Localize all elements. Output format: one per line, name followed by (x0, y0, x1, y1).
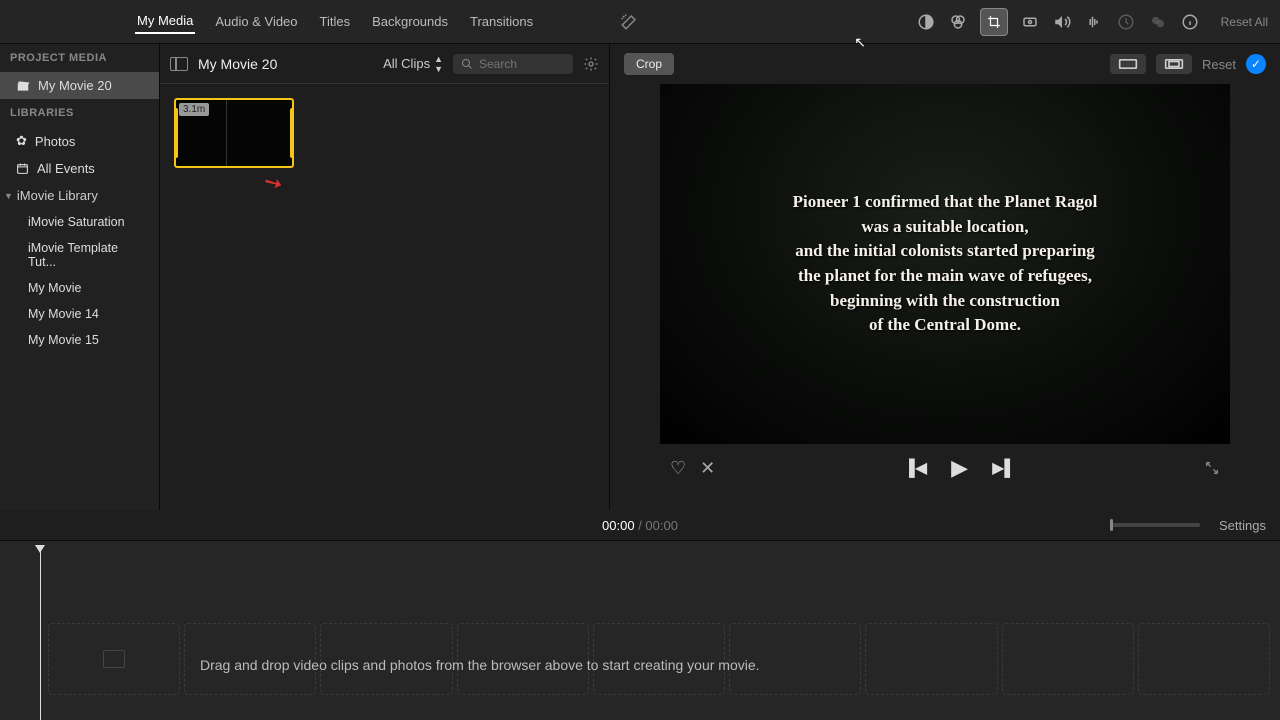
sidebar-library-item[interactable]: My Movie 14 (0, 301, 159, 327)
reset-all-button[interactable]: Reset All (1221, 15, 1268, 29)
sidebar-item-label: My Movie 15 (28, 333, 99, 347)
chevron-updown-icon: ▲▼ (434, 54, 443, 74)
crop-icon[interactable] (981, 9, 1007, 35)
chevron-down-icon: ▼ (4, 191, 13, 201)
clapperboard-icon (16, 79, 30, 93)
favorite-icon[interactable]: ♡ (670, 458, 686, 479)
crop-to-fill-button[interactable] (1156, 54, 1192, 74)
color-correction-icon[interactable] (949, 13, 967, 31)
search-input[interactable] (479, 57, 559, 71)
sidebar-all-events[interactable]: All Events (0, 155, 159, 182)
list-view-toggle-icon[interactable] (170, 57, 188, 71)
libraries-header: LIBRARIES (0, 99, 159, 127)
time-separator: / (635, 518, 646, 533)
sidebar-item-label: All Events (37, 161, 95, 176)
play-button[interactable]: ▶ (951, 455, 968, 481)
clips-filter-label: All Clips (383, 56, 430, 71)
speed-icon[interactable] (1117, 13, 1135, 31)
color-balance-icon[interactable] (917, 13, 935, 31)
sidebar-imovie-library[interactable]: ▼ iMovie Library (0, 182, 159, 209)
time-display-row: 00:00 / 00:00 Settings (0, 510, 1280, 540)
timeline-placeholder-clip (1002, 623, 1134, 695)
time-display: 00:00 / 00:00 (602, 518, 678, 533)
sidebar-item-label: My Movie 14 (28, 307, 99, 321)
project-media-header: PROJECT MEDIA (0, 44, 159, 72)
clip-thumbnail[interactable]: 3.1m (174, 98, 294, 168)
prev-frame-button[interactable]: ▐◀ (904, 458, 928, 478)
viewer-controls: ♡ ✕ ▐◀ ▶ ▶▌ (610, 444, 1280, 492)
sidebar-library-item[interactable]: iMovie Saturation (0, 209, 159, 235)
sidebar-project-item[interactable]: My Movie 20 (0, 72, 159, 99)
sidebar-item-label: Photos (35, 134, 75, 149)
enhance-wand-icon[interactable] (620, 13, 638, 31)
annotation-arrow-icon: ➘ (259, 167, 288, 199)
top-tab-bar: My Media Audio & Video Titles Background… (0, 0, 1280, 44)
sidebar-library-item[interactable]: My Movie 15 (0, 327, 159, 353)
clip-grid: 3.1m ➘ (160, 84, 609, 510)
sidebar-item-label: My Movie (28, 281, 81, 295)
clips-filter-dropdown[interactable]: All Clips ▲▼ (383, 54, 443, 74)
fullscreen-icon[interactable] (1204, 460, 1220, 476)
clip-filter-icon[interactable] (1149, 13, 1167, 31)
viewer-toolbar: Crop Reset ✓ (610, 44, 1280, 84)
calendar-icon (16, 162, 29, 175)
noise-reduction-icon[interactable] (1085, 13, 1103, 31)
browser-title: My Movie 20 (198, 56, 277, 72)
photos-icon: ✿ (16, 133, 27, 149)
tab-backgrounds[interactable]: Backgrounds (370, 10, 450, 33)
stabilization-icon[interactable] (1021, 13, 1039, 31)
clip-out-handle[interactable] (290, 108, 294, 158)
clip-in-handle[interactable] (174, 108, 178, 158)
current-time: 00:00 (602, 518, 635, 533)
search-icon (461, 58, 473, 70)
media-browser: My Movie 20 All Clips ▲▼ 3.1m ➘ (160, 44, 610, 510)
info-icon[interactable] (1181, 13, 1199, 31)
gear-icon[interactable] (583, 56, 599, 72)
timeline-zoom-slider[interactable] (1110, 523, 1200, 527)
crop-mode-label: Crop (624, 53, 674, 75)
apply-button[interactable]: ✓ (1246, 54, 1266, 74)
total-duration: 00:00 (645, 518, 678, 533)
timeline[interactable]: Drag and drop video clips and photos fro… (0, 540, 1280, 720)
timeline-placeholder-clip (48, 623, 180, 695)
sidebar-photos[interactable]: ✿ Photos (0, 127, 159, 155)
video-preview[interactable]: Pioneer 1 confirmed that the Planet Rago… (660, 84, 1230, 444)
reject-icon[interactable]: ✕ (700, 458, 715, 479)
tab-audio-video[interactable]: Audio & Video (213, 10, 299, 33)
reset-button[interactable]: Reset (1202, 57, 1236, 72)
settings-button[interactable]: Settings (1219, 518, 1266, 533)
sidebar-library-item[interactable]: iMovie Template Tut... (0, 235, 159, 275)
next-frame-button[interactable]: ▶▌ (992, 458, 1016, 478)
tab-transitions[interactable]: Transitions (468, 10, 535, 33)
fit-mode-button[interactable] (1110, 54, 1146, 74)
volume-icon[interactable] (1053, 13, 1071, 31)
browser-header: My Movie 20 All Clips ▲▼ (160, 44, 609, 84)
timeline-placeholder-clip (865, 623, 997, 695)
video-text-overlay: Pioneer 1 confirmed that the Planet Rago… (793, 190, 1098, 338)
sidebar-item-label: iMovie Template Tut... (28, 241, 149, 269)
sidebar-item-label: My Movie 20 (38, 78, 112, 93)
sidebar-item-label: iMovie Saturation (28, 215, 125, 229)
adjustment-toolbar: Reset All (917, 9, 1268, 35)
clip-duration-badge: 3.1m (179, 103, 209, 116)
search-field[interactable] (453, 54, 573, 74)
sidebar-item-label: iMovie Library (17, 188, 98, 203)
tab-my-media[interactable]: My Media (135, 9, 195, 34)
viewer-panel: Crop Reset ✓ Pioneer 1 confirmed that th… (610, 44, 1280, 510)
timeline-hint-text: Drag and drop video clips and photos fro… (200, 657, 760, 673)
timeline-placeholder-clip (1138, 623, 1270, 695)
sidebar: PROJECT MEDIA My Movie 20 LIBRARIES ✿ Ph… (0, 44, 160, 510)
playhead[interactable] (40, 547, 41, 720)
tab-titles[interactable]: Titles (318, 10, 353, 33)
sidebar-library-item[interactable]: My Movie (0, 275, 159, 301)
